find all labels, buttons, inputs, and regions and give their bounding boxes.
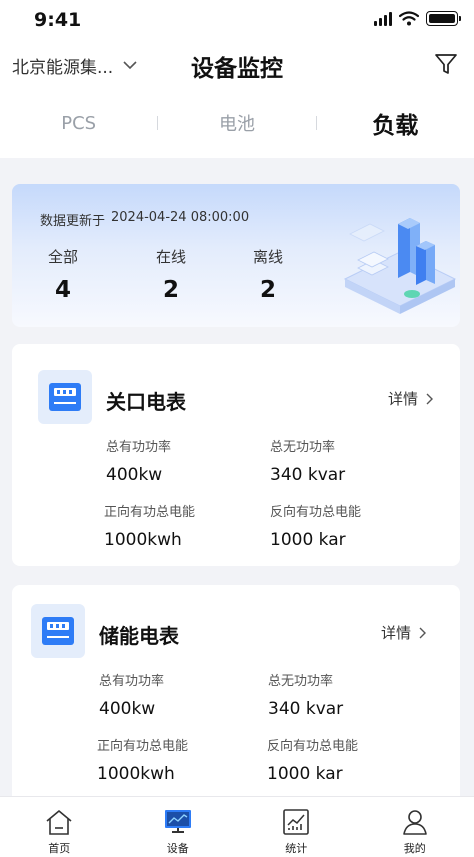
- tab-pcs[interactable]: PCS: [0, 113, 157, 134]
- metric-reverse-energy: 反向有功总电能 1000 kar: [270, 501, 361, 550]
- metric-label: 总无功功率: [268, 674, 334, 689]
- data-center-illustration: [343, 218, 457, 314]
- detail-link[interactable]: 详情: [388, 388, 434, 409]
- detail-label: 详情: [381, 624, 412, 642]
- user-icon: [400, 807, 430, 837]
- battery-icon: [426, 11, 461, 26]
- meter-icon: [31, 604, 85, 658]
- metric-reverse-energy: 反向有功总电能 1000 kar: [267, 735, 358, 784]
- update-time: 2024-04-24 08:00:00: [111, 210, 250, 225]
- metric-active-power: 总有功功率 400kw: [99, 670, 164, 719]
- home-icon: [44, 807, 74, 837]
- metric-reactive-power: 总无功功率 340 kvar: [270, 436, 345, 485]
- device-type-tabs: PCS 电池 负载: [0, 88, 474, 158]
- metric-forward-energy: 正向有功总电能 1000kwh: [104, 501, 195, 550]
- nav-label: 统计: [285, 842, 308, 855]
- metric-label: 正向有功总电能: [104, 505, 196, 520]
- nav-label: 设备: [166, 842, 189, 855]
- nav-item-home[interactable]: 首页: [0, 797, 119, 857]
- metric-forward-energy: 正向有功总电能 1000kwh: [97, 735, 188, 784]
- metric-reactive-power: 总无功功率 340 kvar: [268, 670, 343, 719]
- filter-icon: [435, 54, 457, 74]
- monitor-icon: [163, 807, 193, 837]
- update-time-line: 数据更新于 2024-04-24 08:00:00: [40, 210, 249, 229]
- metric-label: 反向有功总电能: [267, 739, 359, 754]
- metric-active-power: 总有功功率 400kw: [106, 436, 171, 485]
- stat-label: 全部: [47, 248, 78, 266]
- stat-value: 4: [54, 277, 71, 303]
- metric-label: 正向有功总电能: [97, 739, 189, 754]
- metric-value: 1000kwh: [97, 764, 175, 784]
- device-card-gateway-meter[interactable]: 关口电表 详情 总有功功率 400kw 总无功功率 340 kvar 正向有功总…: [12, 344, 460, 566]
- meter-icon: [38, 370, 92, 424]
- stat-offline[interactable]: 离线 2: [233, 246, 303, 303]
- bottom-nav: 首页 设备 统计 我的: [0, 796, 474, 857]
- update-label: 数据更新于: [40, 214, 106, 229]
- metric-label: 总有功功率: [99, 674, 165, 689]
- device-name: 储能电表: [99, 624, 179, 648]
- filter-button[interactable]: [432, 50, 460, 78]
- metric-value: 1000 kar: [267, 764, 343, 784]
- detail-link[interactable]: 详情: [381, 622, 427, 643]
- stat-all[interactable]: 全部 4: [28, 246, 98, 303]
- nav-item-profile[interactable]: 我的: [356, 797, 474, 857]
- metric-value: 1000 kar: [270, 530, 346, 550]
- chart-icon: [281, 807, 311, 837]
- metric-value: 340 kvar: [268, 699, 344, 719]
- status-bar: 9:41: [0, 0, 474, 44]
- nav-item-devices[interactable]: 设备: [119, 797, 238, 857]
- metric-value: 400kw: [99, 699, 156, 719]
- wifi-icon: [399, 11, 419, 26]
- chevron-down-icon: [123, 61, 137, 70]
- metric-value: 1000kwh: [104, 530, 182, 550]
- device-name: 关口电表: [106, 390, 186, 414]
- metric-label: 总无功功率: [270, 440, 336, 455]
- company-name: 北京能源集...: [12, 58, 114, 78]
- header: 北京能源集... 设备监控: [0, 44, 474, 88]
- metric-label: 反向有功总电能: [270, 505, 362, 520]
- tab-load[interactable]: 负载: [317, 106, 474, 140]
- metric-value: 400kw: [106, 465, 163, 485]
- stat-label: 在线: [155, 248, 186, 266]
- nav-item-statistics[interactable]: 统计: [237, 797, 356, 857]
- nav-label: 我的: [403, 842, 426, 855]
- chevron-right-icon: [419, 627, 427, 638]
- summary-card: 数据更新于 2024-04-24 08:00:00 全部 4 在线 2 离线 2: [12, 184, 460, 327]
- detail-label: 详情: [388, 390, 419, 408]
- signal-icon: [374, 11, 392, 26]
- status-icons: [374, 11, 461, 26]
- metric-label: 总有功功率: [106, 440, 172, 455]
- company-selector[interactable]: 北京能源集...: [12, 53, 137, 78]
- device-card-storage-meter[interactable]: 储能电表 详情 总有功功率 400kw 总无功功率 340 kvar 正向有功总…: [12, 585, 460, 807]
- nav-label: 首页: [48, 842, 71, 855]
- metric-value: 340 kvar: [270, 465, 346, 485]
- stat-value: 2: [259, 277, 276, 303]
- tab-battery[interactable]: 电池: [158, 110, 315, 136]
- chevron-right-icon: [426, 393, 434, 404]
- stat-label: 离线: [252, 248, 283, 266]
- stat-online[interactable]: 在线 2: [136, 246, 206, 303]
- status-time: 9:41: [34, 9, 82, 31]
- stat-value: 2: [162, 277, 179, 303]
